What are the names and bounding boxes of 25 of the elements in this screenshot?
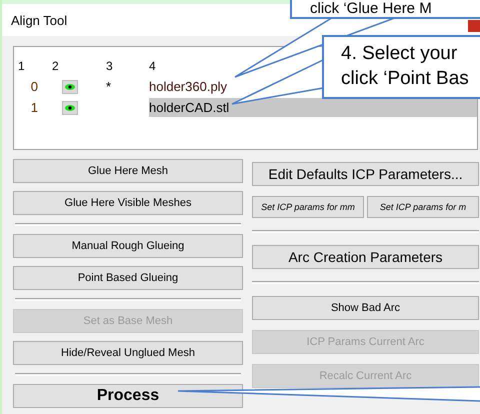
eye-icon[interactable] (62, 100, 78, 114)
action-button[interactable]: Glue Here Mesh (13, 159, 243, 183)
eye-icon[interactable] (62, 80, 78, 94)
action-button[interactable]: Point Based Glueing (13, 266, 243, 290)
action-button[interactable]: Set ICP params for mm (252, 196, 364, 218)
action-button[interactable]: Hide/Reveal Unglued Mesh (13, 341, 243, 365)
column-header: 3 (105, 58, 114, 72)
action-button[interactable]: Glue Here Visible Meshes (13, 191, 243, 215)
column-header: 4 (148, 58, 157, 72)
mesh-index: 1 (30, 100, 39, 115)
action-button[interactable]: Show Bad Arc (252, 296, 479, 320)
callout-text: 4. Select your (341, 42, 458, 66)
action-button[interactable]: Arc Creation Parameters (252, 245, 479, 269)
callout-text: click ‘Glue Here M (310, 1, 433, 17)
column-header: 2 (51, 58, 60, 72)
mesh-marker: * (106, 79, 112, 94)
callout-text: click ‘Point Bas (341, 67, 470, 91)
action-button[interactable]: Set ICP params for m (367, 196, 479, 218)
action-button[interactable]: Manual Rough Glueing (13, 234, 243, 258)
mesh-name[interactable]: holderCAD.stl (149, 98, 477, 117)
mesh-index: 0 (30, 79, 39, 94)
action-button[interactable]: Edit Defaults ICP Parameters... (252, 162, 479, 186)
column-header: 1 (17, 58, 26, 72)
action-button[interactable]: Process (13, 384, 243, 408)
window-title: Align Tool (11, 12, 68, 28)
